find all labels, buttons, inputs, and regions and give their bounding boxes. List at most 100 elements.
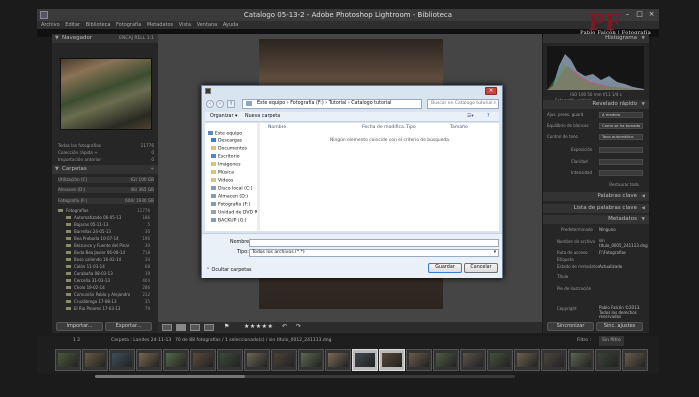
scrollbar-thumb[interactable] [95, 375, 245, 378]
navigator-zoom-modes[interactable]: ENCAJ RELL 1:1 [119, 34, 154, 43]
qd-auto-tone-button[interactable]: Tono automático [599, 134, 643, 140]
flag-icon[interactable]: ⚑ [224, 323, 229, 330]
filmstrip-thumbnail[interactable] [487, 349, 513, 371]
menu-vista[interactable]: Vista [179, 21, 191, 29]
catalog-row-all[interactable]: Todas las fotografías 11776 [58, 143, 154, 149]
folder-row[interactable]: Cruzábrega 17-08-13 35 [58, 299, 154, 305]
column-size[interactable]: Tamaño [450, 125, 468, 130]
folder-row[interactable]: Calón 11-03-14 68 [58, 264, 154, 270]
nav-item-drive-c[interactable]: Disco local (C:) [211, 186, 253, 192]
search-input[interactable]: Buscar en Catalogo tutorial ⌕ [427, 99, 499, 109]
folder-row[interactable]: Carabaña 08-03-13 19 [58, 271, 154, 277]
add-folder-icon[interactable]: + [150, 165, 154, 174]
survey-view-icon[interactable] [204, 324, 214, 331]
search-icon[interactable]: ⌕ [493, 100, 496, 108]
column-modified[interactable]: Fecha de modifica... [362, 125, 408, 130]
import-button[interactable]: Importar... [56, 322, 103, 331]
qd-wb-select[interactable]: Como se ha tomado [599, 123, 643, 129]
rotate-right-icon[interactable]: ↷ [296, 323, 301, 330]
file-type-select[interactable]: Todos los archivos (*.*) ▾ [249, 249, 499, 257]
filmstrip-thumbnail[interactable] [352, 349, 378, 371]
histogram-header[interactable]: Histograma ▼ [543, 34, 649, 43]
new-folder-button[interactable]: Nueva carpeta [245, 112, 280, 122]
filmstrip-thumbnail[interactable] [541, 349, 567, 371]
help-icon[interactable]: ? [487, 112, 490, 122]
file-name-input[interactable] [249, 239, 499, 247]
metadata-preset-select[interactable]: Ninguno [599, 227, 616, 232]
filmstrip-thumbnail[interactable] [622, 349, 648, 371]
cancel-button[interactable]: Cancelar [464, 263, 498, 273]
filmstrip-thumbnail[interactable] [406, 349, 432, 371]
minimize-button[interactable]: – [622, 10, 633, 19]
maximize-button[interactable]: □ [634, 10, 645, 19]
folder-row[interactable]: Boda Bea Javier 06-08-14 718 [58, 250, 154, 256]
grid-view-icon[interactable] [162, 324, 172, 331]
address-breadcrumb[interactable]: Este equipo › Fotografía (F:) › Tutorial… [257, 101, 392, 106]
compare-view-icon[interactable] [190, 324, 200, 331]
save-button[interactable]: Guardar [428, 263, 462, 273]
filmstrip-thumbnail[interactable] [217, 349, 243, 371]
folder-row[interactable]: Belzunce y Fuente del Pinar 30 [58, 243, 154, 249]
forward-arrow-icon[interactable]: › [216, 100, 224, 108]
sync-button[interactable]: Sincronizar [547, 322, 594, 331]
volume-row-f[interactable]: Fotografía (F:) 600/ 1930 GB [58, 198, 154, 204]
up-arrow-icon[interactable]: ↑ [227, 100, 235, 108]
filmstrip-source[interactable]: Carpeta : Landes 24-11-13 [111, 336, 171, 346]
loupe-view-icon[interactable] [176, 324, 186, 331]
nav-item-drive-d[interactable]: Almacen (D:) [211, 194, 248, 200]
column-name[interactable]: Nombre [268, 125, 286, 130]
filmstrip-thumbnail[interactable] [379, 349, 405, 371]
menu-metadatos[interactable]: Metadatos [147, 21, 173, 29]
catalog-row-quick[interactable]: Colección rápida + 0 [58, 150, 154, 156]
folder-row[interactable]: Cerceña 31-03-13 404 [58, 278, 154, 284]
qd-preset-select[interactable]: A medida [599, 112, 643, 118]
nav-item-music[interactable]: Música [211, 170, 234, 176]
folder-row[interactable]: Bajaras 05-11-13 5 [58, 222, 154, 228]
volume-row-c[interactable]: Utilización (C) 62/ 100 GB [58, 177, 154, 183]
folder-row[interactable]: Barrellas 24-05-13 36 [58, 229, 154, 235]
menu-ventana[interactable]: Ventana [197, 21, 218, 29]
folders-header[interactable]: ▼ Carpetas + [52, 165, 158, 174]
filmstrip-thumbnail[interactable] [271, 349, 297, 371]
nav-item-videos[interactable]: Vídeos [211, 178, 233, 184]
qd-vibrance-buttons[interactable] [599, 170, 643, 176]
folder-row[interactable]: Boso saliendo 16-02-14 34 [58, 257, 154, 263]
navigator-header[interactable]: ▼ Navegador ENCAJ RELL 1:1 [52, 34, 158, 43]
filmstrip-thumbnail[interactable] [460, 349, 486, 371]
folder-row[interactable]: Bea Preboda 10-07-14 196 [58, 236, 154, 242]
quick-develop-header[interactable]: Revelado rápido ▼ [543, 100, 649, 109]
nav-item-this-pc[interactable]: Este equipo [208, 131, 242, 137]
filmstrip-thumbnail[interactable] [568, 349, 594, 371]
filmstrip-thumbnail[interactable] [298, 349, 324, 371]
histogram-graph[interactable] [547, 46, 644, 90]
hide-folders-toggle[interactable]: ⌃ Ocultar carpetas [206, 268, 252, 273]
view-options-icon[interactable]: ☰▾ [467, 112, 474, 122]
organize-button[interactable]: Organizar ▾ [210, 112, 237, 122]
filmstrip-thumbnail[interactable] [55, 349, 81, 371]
export-button[interactable]: Exportar... [105, 322, 152, 331]
back-arrow-icon[interactable]: ‹ [206, 100, 214, 108]
filmstrip-thumbnail[interactable] [514, 349, 540, 371]
qd-reset-button[interactable]: Restaurar todo [547, 182, 639, 188]
column-type[interactable]: Tipo [406, 125, 416, 130]
menu-biblioteca[interactable]: Biblioteca [86, 21, 111, 29]
dialog-close-button[interactable]: × [485, 87, 497, 95]
filmstrip-thumbnail[interactable] [109, 349, 135, 371]
meta-value[interactable]: Pablo Falcón ©2013. Todos los derechos r… [599, 305, 643, 320]
menu-fotografia[interactable]: Fotografía [116, 21, 141, 29]
filmstrip-thumbnail[interactable] [595, 349, 621, 371]
sync-settings-button[interactable]: Sinc. ajustes [596, 322, 643, 331]
navigator-preview[interactable] [60, 58, 152, 130]
folder-row[interactable]: Comunión Pablo y Alejandro 212 [58, 292, 154, 298]
page-numbers[interactable]: 1 2 [73, 336, 80, 346]
folder-row[interactable]: Cholo 19-02-14 286 [58, 285, 154, 291]
window-close-button[interactable]: × [646, 10, 657, 19]
keywording-header[interactable]: Palabras clave ◀ [543, 192, 649, 201]
nav-item-downloads[interactable]: Descargas [211, 138, 242, 144]
nav-item-desktop[interactable]: Escritorio [211, 154, 240, 160]
filmstrip-thumbnail[interactable] [433, 349, 459, 371]
qd-clarity-buttons[interactable] [599, 159, 643, 165]
folder-row[interactable]: El Rio Pinares 17-03-13 79 [58, 306, 154, 312]
volume-row-d[interactable]: Almacen (D:) 46/ 365 GB [58, 187, 154, 193]
star-rating[interactable]: ★★★★★ [244, 323, 273, 330]
